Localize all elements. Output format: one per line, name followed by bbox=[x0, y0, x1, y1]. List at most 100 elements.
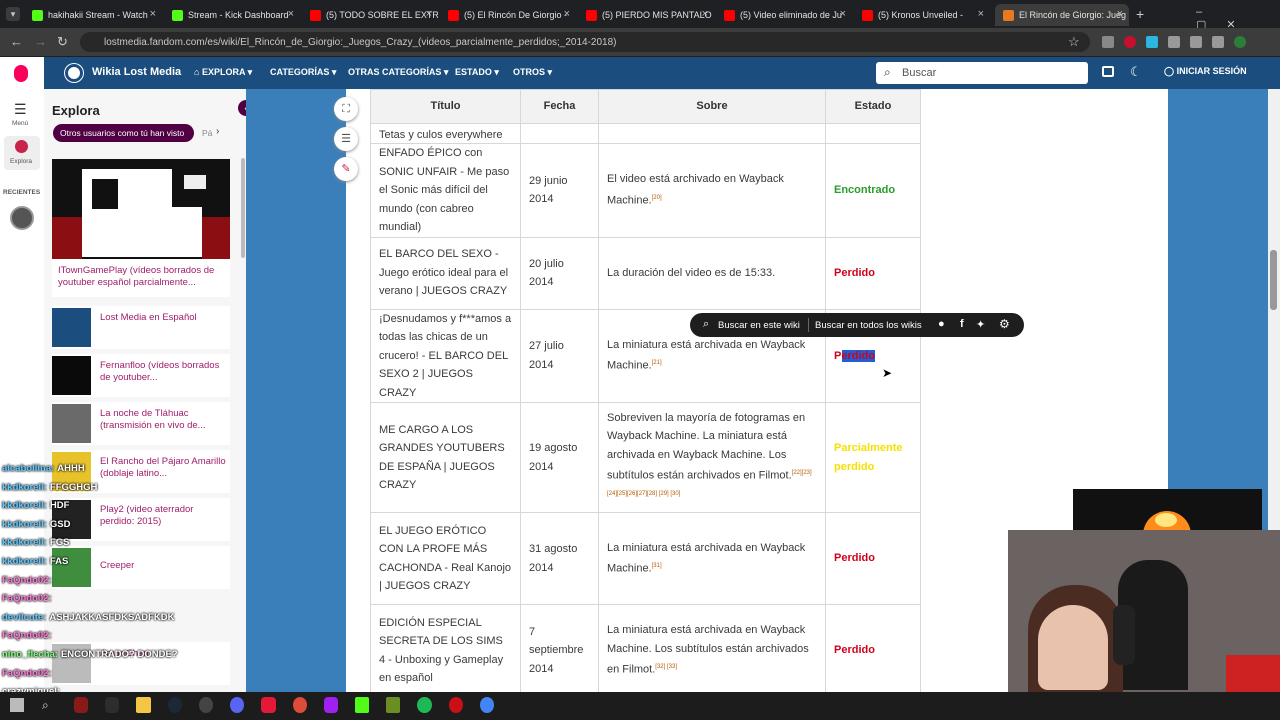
chat-username: alcaboliina: bbox=[2, 463, 55, 474]
mouse-cursor-icon: ➤ bbox=[882, 366, 893, 380]
page-scrollbar-thumb[interactable] bbox=[1270, 250, 1277, 310]
dark-mode-icon[interactable]: ☾ bbox=[1130, 64, 1142, 80]
sidebar-item[interactable]: Fernanfloo (vídeos borrados de youtuber.… bbox=[52, 354, 230, 397]
chat-text: HDF bbox=[49, 500, 70, 512]
about-cell: La duración del video es de 15:33. bbox=[598, 236, 826, 310]
tab-close-icon[interactable]: × bbox=[564, 8, 570, 20]
chat-username: FaQndo02: bbox=[2, 667, 52, 679]
toc-icon[interactable]: ☰ bbox=[334, 127, 358, 151]
reference-links[interactable]: [32] [33] bbox=[655, 664, 677, 670]
address-input[interactable]: lostmedia.fandom.com/es/wiki/El_Rincón_d… bbox=[80, 32, 1090, 52]
back-icon[interactable]: ← bbox=[10, 34, 23, 49]
title-cell: EL JUEGO ERÓTICO CON LA PROFE MÁS CACHON… bbox=[370, 512, 521, 605]
chat-username: kkdkorell: bbox=[2, 500, 47, 512]
tab-favicon-icon bbox=[1003, 9, 1014, 21]
fullscreen-icon[interactable]: ⛶ bbox=[334, 97, 358, 121]
title-cell-text: ME CARGO A LOS GRANDES YOUTUBERS DE ESPA… bbox=[379, 423, 505, 492]
discussions-icon[interactable] bbox=[1102, 66, 1114, 77]
reference-links[interactable]: [31] bbox=[652, 563, 662, 569]
text-selection-popup: ⌕ Buscar en este wiki Buscar en todos lo… bbox=[690, 313, 1024, 337]
reddit-icon[interactable]: ● bbox=[938, 318, 945, 330]
sidebar-item[interactable]: La noche de Tláhuac (transmisión en vivo… bbox=[52, 402, 230, 445]
browser-tab[interactable]: hakihakii Stream - Watch × bbox=[24, 4, 162, 26]
browser-tab[interactable]: (5) TODO SOBRE EL EXTR × bbox=[302, 4, 438, 26]
fandom-logo-icon[interactable] bbox=[0, 57, 44, 89]
windows-start-icon[interactable] bbox=[10, 698, 24, 712]
sidebar-item[interactable]: Lost Media en Español bbox=[52, 306, 230, 349]
browser-tab[interactable]: (5) Kronos Unveiled - × bbox=[854, 4, 990, 26]
webcam-overlay bbox=[1008, 530, 1280, 692]
browser-tab[interactable]: (5) El Rincón De Giorgio - × bbox=[440, 4, 576, 26]
about-cell-text: La miniatura está archivada en Wayback M… bbox=[607, 541, 806, 575]
nav-estado[interactable]: ESTADO ▾ bbox=[455, 67, 499, 78]
reference-links[interactable]: [21] bbox=[652, 360, 662, 366]
login-button[interactable]: ◯ INICIAR SESIÓN bbox=[1164, 66, 1247, 77]
sidebar-item-thumbnail bbox=[52, 308, 91, 347]
tab-title: hakihakii Stream - Watch bbox=[48, 10, 148, 20]
search-this-wiki-button[interactable]: Buscar en este wiki bbox=[718, 320, 800, 331]
title-cell: ENFADO ÉPICO con SONIC UNFAIR - Me paso … bbox=[370, 143, 521, 238]
facebook-icon[interactable]: f bbox=[960, 318, 964, 330]
chip-others-viewed[interactable]: Otros usuarios como tú han visto bbox=[53, 124, 194, 142]
chat-text: AHHH bbox=[57, 463, 85, 474]
tab-close-icon[interactable]: × bbox=[288, 8, 294, 20]
forward-icon[interactable]: → bbox=[34, 34, 47, 49]
nav-categorias[interactable]: CATEGORÍAS ▾ bbox=[270, 67, 336, 78]
edit-pencil-icon[interactable]: ✎ bbox=[334, 157, 358, 181]
search-all-wikis-button[interactable]: Buscar en todos los wikis bbox=[815, 320, 922, 331]
extensions-icons[interactable] bbox=[1102, 36, 1252, 48]
chat-message: kkdkorell: HDF bbox=[2, 500, 69, 511]
stream-overlay-graphic bbox=[1073, 489, 1262, 559]
tab-search-button[interactable]: ▾ bbox=[6, 7, 20, 21]
browser-tab[interactable]: (5) Video eliminado de Ju × bbox=[716, 4, 852, 26]
about-cell-text: El video está archivado en Wayback Machi… bbox=[607, 173, 784, 207]
nav-otras-categorias[interactable]: OTRAS CATEGORÍAS ▾ bbox=[348, 67, 448, 78]
menu-icon[interactable]: ☰ bbox=[14, 101, 27, 118]
date-cell: 27 julio 2014 bbox=[520, 308, 599, 403]
about-cell: La miniatura está archivada en Wayback M… bbox=[598, 512, 826, 605]
status-cell: Encontrado bbox=[825, 143, 921, 238]
sidebar-item-label: Fernanfloo (vídeos borrados de youtuber.… bbox=[100, 360, 220, 383]
sidebar-scrollbar[interactable] bbox=[241, 158, 245, 258]
twitter-icon[interactable]: ✦ bbox=[976, 318, 985, 331]
taskbar-apps[interactable] bbox=[74, 697, 495, 715]
col-header-status: Estado bbox=[825, 89, 921, 124]
date-cell: 7 septiembre 2014 bbox=[520, 604, 599, 697]
date-cell-text: 7 septiembre 2014 bbox=[529, 625, 584, 675]
nav-otros[interactable]: OTROS ▾ bbox=[513, 67, 552, 78]
chat-text: FFGGHGH bbox=[49, 481, 98, 493]
tab-close-icon[interactable]: × bbox=[978, 8, 984, 20]
chat-username: kkdkorell: bbox=[2, 537, 47, 549]
chip-scroll-right-icon[interactable]: › bbox=[216, 126, 219, 137]
reload-icon[interactable]: ↻ bbox=[57, 34, 68, 50]
browser-tab[interactable]: (5) PIERDO MIS PANTALO × bbox=[578, 4, 714, 26]
nav-explora[interactable]: ⌂ EXPLORA ▾ bbox=[194, 67, 252, 78]
tab-title: Stream - Kick Dashboard bbox=[188, 10, 289, 20]
wiki-name[interactable]: Wikia Lost Media bbox=[92, 66, 181, 78]
tab-favicon-icon bbox=[172, 9, 183, 21]
chat-message: kkdkorell: GSD bbox=[2, 519, 70, 530]
wiki-logo-icon[interactable] bbox=[65, 64, 83, 82]
tab-close-icon[interactable]: × bbox=[426, 8, 432, 20]
tab-close-icon[interactable]: × bbox=[1117, 8, 1123, 20]
new-tab-button[interactable]: + bbox=[1136, 6, 1144, 22]
chip-next[interactable]: Pá bbox=[202, 128, 212, 138]
tab-favicon-icon bbox=[586, 9, 597, 21]
taskbar-search-icon[interactable]: ⌕ bbox=[42, 698, 49, 713]
tab-close-icon[interactable]: × bbox=[702, 8, 708, 20]
bookmark-star-icon[interactable]: ☆ bbox=[1068, 34, 1080, 50]
recent-wiki-icon[interactable] bbox=[10, 206, 34, 230]
status-cell: Perdido bbox=[825, 604, 921, 697]
browser-tab[interactable]: Stream - Kick Dashboard × bbox=[164, 4, 300, 26]
tab-close-icon[interactable]: × bbox=[840, 8, 846, 20]
featured-card[interactable]: ITownGamePlay (vídeos borrados de youtub… bbox=[52, 159, 230, 297]
search-input[interactable]: ⌕ Buscar bbox=[876, 62, 1088, 84]
chat-text: ASHJAKKASFDKSADFKDK bbox=[49, 611, 175, 623]
tab-close-icon[interactable]: × bbox=[150, 8, 156, 20]
browser-tab[interactable]: El Rincón de Giorgio: Jueg × bbox=[995, 4, 1129, 26]
sidebar-item-thumbnail bbox=[52, 404, 91, 443]
settings-gear-icon[interactable]: ⚙ bbox=[999, 317, 1010, 331]
reference-links[interactable]: [20] bbox=[652, 195, 662, 201]
chat-message: FaQndo02: bbox=[2, 668, 55, 679]
status-cell-text: Parcialmente perdido bbox=[834, 442, 903, 473]
